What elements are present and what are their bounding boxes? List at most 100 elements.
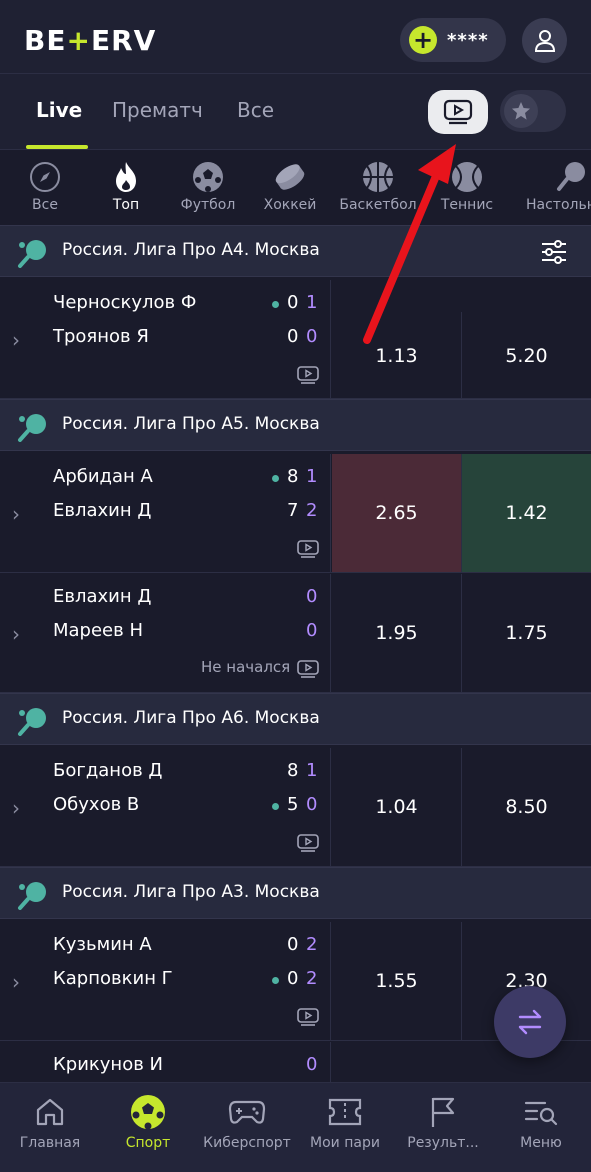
player-2: Троянов Я bbox=[53, 326, 149, 347]
video-icon bbox=[297, 834, 319, 852]
odd-button-1[interactable]: 1.13 bbox=[332, 312, 462, 399]
fire-icon bbox=[116, 162, 136, 192]
set-score-1: 0 bbox=[287, 292, 299, 313]
match-info[interactable]: Евлахин Д Мареев Н › 0 0 Не начался bbox=[0, 574, 331, 692]
basketball-icon bbox=[363, 162, 393, 192]
sport-football[interactable]: Футбол bbox=[163, 159, 253, 213]
game-score-2: 2 bbox=[306, 968, 318, 989]
game-score-2: 2 bbox=[306, 500, 318, 521]
balance-value: **** bbox=[447, 29, 489, 51]
game-score-1: 1 bbox=[306, 292, 318, 313]
match-info[interactable]: Богданов Д Обухов В › 8 1 5 0 bbox=[0, 748, 331, 866]
odd-button-2[interactable]: 1.75 bbox=[462, 574, 591, 692]
league-header[interactable]: Россия. Лига Про А4. Москва bbox=[0, 225, 591, 277]
flag-icon bbox=[431, 1097, 455, 1127]
sport-tennis[interactable]: Теннис bbox=[422, 159, 512, 213]
tab-all[interactable]: Все bbox=[237, 98, 274, 122]
game-score-1: 0 bbox=[306, 1054, 318, 1075]
profile-button[interactable] bbox=[522, 18, 567, 63]
odd-button-1[interactable]: 1.55 bbox=[332, 922, 462, 1040]
nav-home[interactable]: Главная bbox=[0, 1093, 100, 1151]
soccer-ball-icon bbox=[193, 162, 223, 192]
game-score-2: 0 bbox=[306, 620, 318, 641]
match-status: Не начался bbox=[201, 658, 291, 676]
set-score-2: 0 bbox=[287, 326, 299, 347]
swap-fab-button[interactable] bbox=[494, 986, 566, 1058]
nav-sport[interactable]: Спорт bbox=[98, 1093, 198, 1151]
set-score-1: 8 bbox=[287, 466, 299, 487]
match-row[interactable]: Арбидан А Евлахин Д › 8 1 7 2 2.65 1.42 bbox=[0, 454, 591, 573]
league-header[interactable]: Россия. Лига Про А6. Москва bbox=[0, 693, 591, 745]
video-play-icon bbox=[443, 99, 473, 125]
set-score-1: 8 bbox=[287, 760, 299, 781]
filter-settings-icon[interactable] bbox=[540, 238, 568, 266]
match-row[interactable]: Евлахин Д Мареев Н › 0 0 Не начался 1.95… bbox=[0, 574, 591, 693]
sport-hockey[interactable]: Хоккей bbox=[245, 159, 335, 213]
sport-table-tennis[interactable]: Настольный bbox=[516, 159, 591, 213]
table-tennis-icon bbox=[18, 708, 46, 736]
player-2: Евлахин Д bbox=[53, 500, 152, 521]
user-icon bbox=[534, 29, 555, 52]
tennis-ball-icon bbox=[452, 162, 482, 192]
tab-prematch[interactable]: Прематч bbox=[112, 98, 203, 122]
player-1: Арбидан А bbox=[53, 466, 153, 487]
bottom-navigation: Главная Спорт Киберспорт Мои пари Резуль… bbox=[0, 1082, 591, 1172]
nav-esports[interactable]: Киберспорт bbox=[197, 1093, 297, 1151]
match-row[interactable]: Богданов Д Обухов В › 8 1 5 0 1.04 8.50 bbox=[0, 748, 591, 867]
odd-button-2[interactable]: 1.42 bbox=[462, 454, 591, 572]
compass-icon bbox=[30, 162, 60, 192]
match-row[interactable]: Крикунов И 0 bbox=[0, 1042, 591, 1082]
nav-results[interactable]: Результ... bbox=[393, 1093, 493, 1151]
match-info[interactable]: Крикунов И 0 bbox=[0, 1042, 331, 1082]
table-tennis-icon bbox=[18, 240, 46, 268]
sport-top[interactable]: Топ bbox=[81, 159, 171, 213]
odd-button-2[interactable]: 5.20 bbox=[462, 312, 591, 399]
set-score-2: 5 bbox=[287, 794, 299, 815]
odd-button-1[interactable]: 1.04 bbox=[332, 748, 462, 866]
game-score-2: 0 bbox=[306, 794, 318, 815]
league-header[interactable]: Россия. Лига Про А3. Москва bbox=[0, 867, 591, 919]
menu-search-icon bbox=[524, 1101, 558, 1126]
set-score-2: 7 bbox=[287, 500, 299, 521]
game-score-1: 1 bbox=[306, 466, 318, 487]
ticket-icon bbox=[328, 1098, 362, 1126]
nav-menu[interactable]: Меню bbox=[491, 1093, 591, 1151]
video-icon bbox=[297, 660, 319, 678]
player-1: Крикунов И bbox=[53, 1054, 164, 1075]
logo[interactable]: BE+ERV bbox=[24, 24, 156, 57]
serve-indicator bbox=[272, 475, 279, 482]
chevron-right-icon: › bbox=[12, 328, 20, 352]
match-row[interactable]: Черноскулов Ф Троянов Я › 0 1 0 0 1.13 5… bbox=[0, 280, 591, 399]
favorites-toggle[interactable] bbox=[500, 90, 566, 132]
deposit-plus-icon[interactable]: + bbox=[409, 26, 437, 54]
chevron-right-icon: › bbox=[12, 622, 20, 646]
chevron-right-icon: › bbox=[12, 970, 20, 994]
video-icon bbox=[297, 366, 319, 384]
match-info[interactable]: Кузьмин А Карповкин Г › 0 2 0 2 bbox=[0, 922, 331, 1040]
player-1: Евлахин Д bbox=[53, 586, 152, 607]
serve-indicator bbox=[272, 301, 279, 308]
odd-button-1[interactable]: 1.95 bbox=[332, 574, 462, 692]
league-header[interactable]: Россия. Лига Про А5. Москва bbox=[0, 399, 591, 451]
serve-indicator bbox=[272, 803, 279, 810]
balance-pill[interactable]: + **** bbox=[400, 18, 506, 62]
nav-my-bets[interactable]: Мои пари bbox=[295, 1093, 395, 1151]
chevron-right-icon: › bbox=[12, 502, 20, 526]
league-name: Россия. Лига Про А5. Москва bbox=[62, 414, 320, 434]
sport-all[interactable]: Все bbox=[0, 159, 90, 213]
video-stream-filter-button[interactable] bbox=[428, 90, 488, 134]
swap-arrows-icon bbox=[518, 1009, 542, 1035]
match-info[interactable]: Арбидан А Евлахин Д › 8 1 7 2 bbox=[0, 454, 331, 572]
gamepad-icon bbox=[228, 1100, 266, 1124]
chevron-right-icon: › bbox=[12, 796, 20, 820]
league-name: Россия. Лига Про А6. Москва bbox=[62, 708, 320, 728]
match-info[interactable]: Черноскулов Ф Троянов Я › 0 1 0 0 bbox=[0, 280, 331, 398]
sport-basketball[interactable]: Баскетбол bbox=[333, 159, 423, 213]
tab-live[interactable]: Live bbox=[36, 98, 82, 122]
hockey-puck-icon bbox=[275, 164, 305, 190]
odd-button-2[interactable]: 8.50 bbox=[462, 748, 591, 866]
player-2: Мареев Н bbox=[53, 620, 143, 641]
odd-button-1[interactable]: 2.65 bbox=[332, 454, 462, 572]
league-name: Россия. Лига Про А3. Москва bbox=[62, 882, 320, 902]
player-1: Богданов Д bbox=[53, 760, 163, 781]
